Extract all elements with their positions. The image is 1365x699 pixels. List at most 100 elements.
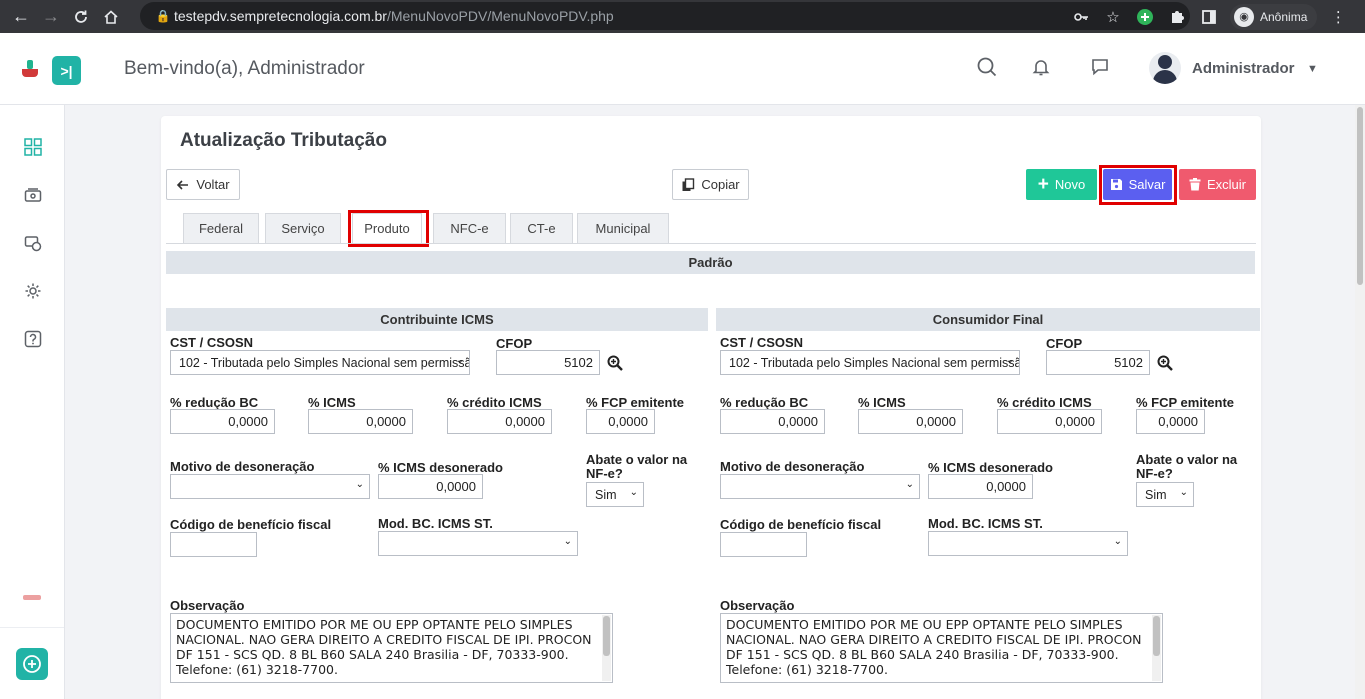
arrow-left-icon	[177, 179, 189, 190]
copy-button-label: Copiar	[701, 177, 740, 192]
observacao-textarea[interactable]: DOCUMENTO EMITIDO POR ME OU EPP OPTANTE …	[170, 613, 613, 683]
tab-servico[interactable]: Serviço	[265, 213, 341, 243]
observacao-label: Observação	[720, 598, 795, 613]
lock-icon: 🔒	[155, 9, 171, 23]
reducao-bc-input[interactable]: 0,0000	[720, 409, 825, 434]
cfop-label: CFOP	[1046, 336, 1083, 351]
fcp-emitente-input[interactable]: 0,0000	[586, 409, 655, 434]
cst-label: CST / CSOSN	[170, 335, 254, 350]
mod-bc-icms-st-select[interactable]: ⌄	[928, 531, 1128, 556]
key-icon[interactable]	[1070, 6, 1092, 28]
codigo-beneficio-input[interactable]	[720, 532, 807, 557]
new-button-label: Novo	[1054, 177, 1086, 192]
tab-highlight-box	[348, 210, 429, 247]
textarea-scrollbar[interactable]	[602, 615, 611, 681]
textarea-scrollbar[interactable]	[1152, 615, 1161, 681]
tab-municipal[interactable]: Municipal	[577, 213, 669, 243]
caret-down-icon[interactable]: ▼	[1307, 63, 1318, 75]
add-button[interactable]	[16, 648, 48, 680]
reducao-bc-input[interactable]: 0,0000	[170, 409, 275, 434]
forward-arrow-icon[interactable]: →	[38, 4, 64, 30]
mod-bc-icms-st-select[interactable]: ⌄	[378, 531, 578, 556]
copy-button[interactable]: Copiar	[672, 169, 749, 200]
copy-icon	[682, 177, 695, 191]
motivo-desoneracao-label: Motivo de desoneração	[720, 459, 865, 474]
search-icon[interactable]	[975, 55, 999, 79]
cfop-label: CFOP	[496, 336, 533, 351]
reducao-bc-label: % redução BC	[720, 395, 809, 410]
credito-icms-input[interactable]: 0,0000	[447, 409, 552, 434]
star-icon[interactable]: ☆	[1102, 6, 1124, 28]
observacao-text: DOCUMENTO EMITIDO POR ME OU EPP OPTANTE …	[726, 617, 1142, 677]
icms-desonerado-input[interactable]: 0,0000	[928, 474, 1033, 499]
motivo-desoneracao-label: Motivo de desoneração	[170, 459, 315, 474]
back-arrow-icon[interactable]: ←	[8, 4, 34, 30]
cst-select[interactable]: 102 - Tributada pelo Simples Nacional se…	[720, 350, 1020, 375]
tab-cte[interactable]: CT-e	[510, 213, 573, 243]
cfop-input[interactable]: 5102	[496, 350, 600, 375]
credito-icms-input[interactable]: 0,0000	[997, 409, 1102, 434]
icms-input[interactable]: 0,0000	[858, 409, 963, 434]
delete-button[interactable]: Excluir	[1179, 169, 1256, 200]
browser-menu-icon[interactable]: ⋮	[1327, 6, 1349, 28]
chevron-down-icon: ⌄	[455, 355, 464, 366]
motivo-desoneracao-select[interactable]: ⌄	[720, 474, 920, 499]
cst-select[interactable]: 102 - Tributada pelo Simples Nacional se…	[170, 350, 470, 375]
credito-icms-label: % crédito ICMS	[447, 395, 542, 410]
codigo-beneficio-input[interactable]	[170, 532, 257, 557]
chevron-down-icon: ⌄	[1179, 487, 1188, 498]
extension-plus-icon[interactable]	[1134, 6, 1156, 28]
chat-icon[interactable]	[1088, 55, 1112, 79]
home-icon[interactable]	[98, 4, 124, 30]
mod-bc-icms-st-label: Mod. BC. ICMS ST.	[378, 516, 493, 531]
abate-valor-select[interactable]: Sim ⌄	[586, 482, 644, 507]
new-button[interactable]: + Novo	[1026, 169, 1097, 200]
user-name[interactable]: Administrador	[1192, 60, 1295, 77]
section-header-consumidor: Consumidor Final	[716, 308, 1260, 331]
abate-valor-label: Abate o valor na NF-e?	[586, 452, 688, 481]
incognito-profile[interactable]: ◉ Anônima	[1230, 3, 1318, 30]
reload-icon[interactable]	[68, 4, 94, 30]
chevron-down-icon: ⌄	[1005, 355, 1014, 366]
coins-icon[interactable]	[22, 232, 44, 254]
page-scrollbar[interactable]	[1355, 105, 1365, 699]
sidepanel-icon[interactable]	[1198, 6, 1220, 28]
observacao-textarea[interactable]: DOCUMENTO EMITIDO POR ME OU EPP OPTANTE …	[720, 613, 1163, 683]
search-zoom-icon[interactable]	[606, 354, 624, 372]
observacao-text: DOCUMENTO EMITIDO POR ME OU EPP OPTANTE …	[176, 617, 592, 677]
tab-federal[interactable]: Federal	[183, 213, 259, 243]
section-header-padrao: Padrão	[166, 251, 1255, 274]
address-bar[interactable]: 🔒 testepdv.sempretecnologia.com.br/MenuN…	[140, 2, 1190, 30]
bell-icon[interactable]	[1029, 55, 1053, 79]
trash-icon	[1189, 178, 1201, 191]
avatar[interactable]	[1149, 52, 1181, 84]
sidebar-toggle-button[interactable]: >|	[52, 56, 81, 85]
motivo-desoneracao-select[interactable]: ⌄	[170, 474, 370, 499]
plus-icon: +	[1037, 174, 1049, 195]
observacao-label: Observação	[170, 598, 245, 613]
tab-nfce[interactable]: NFC-e	[433, 213, 506, 243]
credito-icms-label: % crédito ICMS	[997, 395, 1092, 410]
chevron-down-icon: ⌄	[1113, 536, 1122, 547]
welcome-text: Bem-vindo(a), Administrador	[124, 58, 365, 79]
abate-select-value: Sim	[595, 487, 617, 502]
back-button[interactable]: Voltar	[166, 169, 240, 200]
cfop-input[interactable]: 5102	[1046, 350, 1150, 375]
cash-register-icon[interactable]	[22, 184, 44, 206]
fcp-emitente-label: % FCP emitente	[586, 395, 685, 410]
sidebar-divider	[0, 627, 64, 628]
icms-desonerado-input[interactable]: 0,0000	[378, 474, 483, 499]
sidebar	[0, 105, 65, 699]
fcp-emitente-input[interactable]: 0,0000	[1136, 409, 1205, 434]
help-icon[interactable]	[22, 328, 44, 350]
icms-label: % ICMS	[858, 395, 906, 410]
search-zoom-icon[interactable]	[1156, 354, 1174, 372]
dashboard-grid-icon[interactable]	[22, 136, 44, 158]
save-highlight-box	[1099, 165, 1177, 205]
gear-icon[interactable]	[22, 280, 44, 302]
abate-valor-select[interactable]: Sim ⌄	[1136, 482, 1194, 507]
puzzle-icon[interactable]	[1166, 6, 1188, 28]
back-button-label: Voltar	[196, 177, 230, 192]
plus-circle-icon	[23, 655, 41, 673]
icms-input[interactable]: 0,0000	[308, 409, 413, 434]
